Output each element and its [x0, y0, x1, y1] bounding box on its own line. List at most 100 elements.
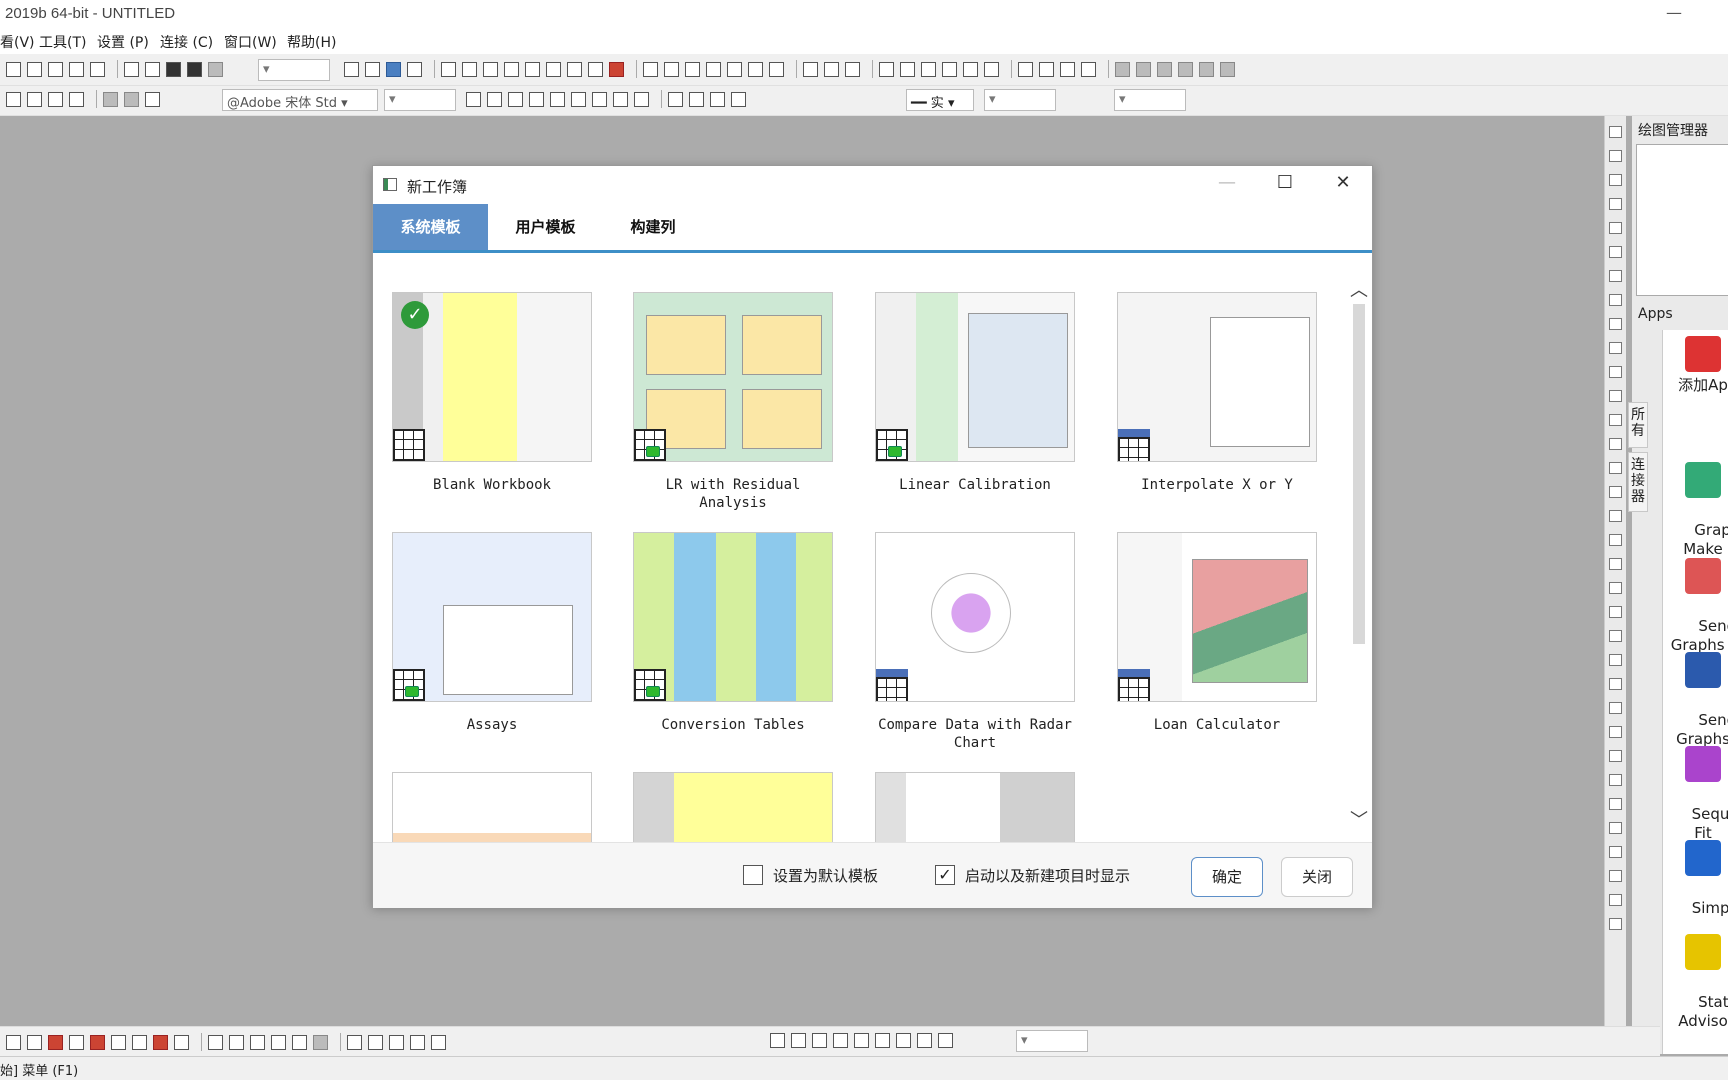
duplicate-icon[interactable]	[386, 61, 401, 77]
set-z-icon[interactable]	[942, 61, 957, 77]
tab-user-templates[interactable]: 用户模板	[488, 204, 603, 250]
tool-icon[interactable]	[1609, 822, 1622, 834]
font-color-icon[interactable]	[634, 91, 649, 107]
line-symbol-plot-icon[interactable]	[27, 1034, 42, 1050]
3d-bar-icon[interactable]	[250, 1034, 265, 1050]
menu-help[interactable]: 帮助(H)	[287, 32, 336, 52]
dialog-minimize-button[interactable]: —	[1213, 172, 1241, 193]
align-middle-icon[interactable]	[854, 1033, 869, 1048]
box-plot-icon[interactable]	[90, 1034, 105, 1050]
tool-icon[interactable]	[1609, 150, 1622, 162]
export-icon[interactable]	[208, 61, 223, 77]
italic-icon[interactable]	[487, 91, 502, 107]
tab-build-columns[interactable]: 构建列	[603, 204, 703, 250]
filter-toggle-icon[interactable]	[845, 61, 860, 77]
template-conversion-tables[interactable]: Conversion Tables	[633, 532, 833, 734]
tool-icon[interactable]	[1609, 342, 1622, 354]
new-notes-icon[interactable]	[90, 61, 105, 77]
tab-system-templates[interactable]: 系统模板	[373, 204, 488, 250]
new-workbook-icon[interactable]	[6, 61, 21, 77]
template-partial-3[interactable]	[875, 772, 1075, 842]
project-explorer-icon[interactable]	[504, 61, 519, 77]
template-loan-calculator[interactable]: Loan Calculator	[1117, 532, 1317, 734]
line-width-combo[interactable]: ▾	[984, 89, 1056, 111]
3d-surface-icon[interactable]	[229, 1034, 244, 1050]
copy-icon[interactable]	[124, 91, 139, 107]
template-blank-workbook[interactable]: ✓ Blank Workbook	[392, 292, 592, 494]
tool-icon[interactable]	[1609, 198, 1622, 210]
app-icon-3[interactable]	[1157, 61, 1172, 77]
print-icon[interactable]	[344, 61, 359, 77]
front-icon[interactable]	[48, 91, 63, 107]
save-template-icon[interactable]	[187, 61, 202, 77]
stock-plot-icon[interactable]	[153, 1034, 168, 1050]
template-lr-residual[interactable]: LR with Residual Analysis	[633, 292, 833, 512]
area-plot-icon[interactable]	[111, 1034, 126, 1050]
tool-icon[interactable]	[1609, 318, 1622, 330]
dialog-maximize-button[interactable]: ☐	[1271, 172, 1299, 193]
tool-icon[interactable]	[1609, 894, 1622, 906]
tool-icon[interactable]	[1609, 798, 1622, 810]
results-log-icon[interactable]	[483, 61, 498, 77]
column-plot-icon[interactable]	[48, 1034, 63, 1050]
window-combo[interactable]: ▾	[258, 59, 330, 81]
contour-icon[interactable]	[271, 1034, 286, 1050]
scrollbar-thumb[interactable]	[1353, 304, 1365, 644]
tool-icon[interactable]	[1609, 510, 1622, 522]
tool-icon[interactable]	[1609, 126, 1622, 138]
arrange-icon[interactable]	[389, 1034, 404, 1050]
template-plot-icon[interactable]	[174, 1034, 189, 1050]
font-size-combo[interactable]: ▾	[384, 89, 456, 111]
greek-icon[interactable]	[571, 91, 586, 107]
sort-icon[interactable]	[685, 61, 700, 77]
dialog-close-button[interactable]: ✕	[1329, 172, 1357, 193]
new-function-icon[interactable]	[69, 61, 84, 77]
zoom-icon[interactable]	[525, 61, 540, 77]
gallery-scrollbar[interactable]: ︿ ﹀	[1349, 266, 1369, 836]
tool-icon[interactable]	[1609, 366, 1622, 378]
increase-font-icon[interactable]	[592, 91, 607, 107]
app-icon-1[interactable]	[1115, 61, 1130, 77]
underline-icon[interactable]	[508, 91, 523, 107]
refresh-icon[interactable]	[365, 61, 380, 77]
menu-tools[interactable]: 工具(T)	[39, 32, 86, 52]
new-table-icon[interactable]	[546, 61, 561, 77]
subscript-icon[interactable]	[550, 91, 565, 107]
brightness-icon[interactable]	[731, 91, 746, 107]
first-icon[interactable]	[1018, 61, 1033, 77]
tool-icon[interactable]	[1609, 750, 1622, 762]
align-center-icon[interactable]	[791, 1033, 806, 1048]
last-icon[interactable]	[1081, 61, 1096, 77]
app-icon-6[interactable]	[1220, 61, 1235, 77]
tab-all[interactable]: 所有	[1628, 402, 1648, 448]
new-matrix-icon[interactable]	[48, 61, 63, 77]
sequence-icon[interactable]	[769, 61, 784, 77]
layer-icon[interactable]	[407, 61, 422, 77]
template-partial-1[interactable]	[392, 772, 592, 842]
tool-icon[interactable]	[1609, 702, 1622, 714]
template-interpolate[interactable]: Interpolate X or Y	[1117, 292, 1317, 494]
tool-icon[interactable]	[1609, 558, 1622, 570]
sum-icon[interactable]	[643, 61, 658, 77]
tool-icon[interactable]	[1609, 222, 1622, 234]
image-plot-icon[interactable]	[313, 1034, 328, 1050]
open-icon[interactable]	[124, 61, 139, 77]
align-bottom-icon[interactable]	[875, 1033, 890, 1048]
set-xy-icon[interactable]	[879, 61, 894, 77]
pattern-combo[interactable]: ▾	[1114, 89, 1186, 111]
tool-icon[interactable]	[1609, 726, 1622, 738]
tab-connectors[interactable]: 连接器	[1628, 452, 1648, 512]
scroll-up-icon[interactable]: ︿	[1350, 276, 1368, 302]
heatmap-icon[interactable]	[292, 1034, 307, 1050]
tool-icon[interactable]	[1609, 294, 1622, 306]
set-error-icon[interactable]	[963, 61, 978, 77]
add-column-icon[interactable]	[609, 61, 624, 77]
calendar-icon[interactable]	[567, 61, 582, 77]
tool-icon[interactable]	[1609, 174, 1622, 186]
template-radar-chart[interactable]: Compare Data with Radar Chart	[875, 532, 1075, 752]
set-values-icon[interactable]	[706, 61, 721, 77]
command-window-icon[interactable]	[462, 61, 477, 77]
app-icon-4[interactable]	[1178, 61, 1193, 77]
previous-icon[interactable]	[1039, 61, 1054, 77]
set-none-icon[interactable]	[984, 61, 999, 77]
